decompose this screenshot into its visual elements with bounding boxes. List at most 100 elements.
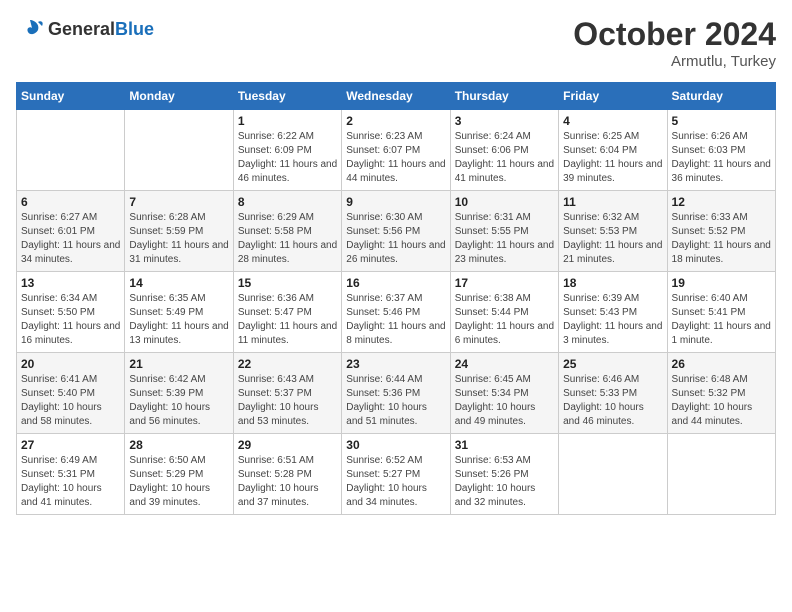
calendar-week-5: 27 Sunrise: 6:49 AMSunset: 5:31 PMDaylig…	[17, 434, 776, 515]
day-info: Sunrise: 6:24 AMSunset: 6:06 PMDaylight:…	[455, 130, 554, 186]
col-sunday: Sunday	[17, 83, 125, 110]
table-row: 28 Sunrise: 6:50 AMSunset: 5:29 PMDaylig…	[125, 434, 233, 515]
table-row: 25 Sunrise: 6:46 AMSunset: 5:33 PMDaylig…	[559, 353, 667, 434]
day-info: Sunrise: 6:42 AMSunset: 5:39 PMDaylight:…	[129, 373, 228, 429]
day-info: Sunrise: 6:52 AMSunset: 5:27 PMDaylight:…	[346, 454, 445, 510]
day-info: Sunrise: 6:37 AMSunset: 5:46 PMDaylight:…	[346, 292, 445, 348]
col-friday: Friday	[559, 83, 667, 110]
day-number: 8	[238, 195, 337, 209]
table-row: 29 Sunrise: 6:51 AMSunset: 5:28 PMDaylig…	[233, 434, 341, 515]
day-number: 1	[238, 114, 337, 128]
title-area: October 2024 Armutlu, Turkey	[573, 16, 776, 70]
day-info: Sunrise: 6:38 AMSunset: 5:44 PMDaylight:…	[455, 292, 554, 348]
table-row	[17, 110, 125, 191]
table-row	[667, 434, 775, 515]
day-info: Sunrise: 6:41 AMSunset: 5:40 PMDaylight:…	[21, 373, 120, 429]
table-row: 26 Sunrise: 6:48 AMSunset: 5:32 PMDaylig…	[667, 353, 775, 434]
day-number: 14	[129, 276, 228, 290]
day-info: Sunrise: 6:49 AMSunset: 5:31 PMDaylight:…	[21, 454, 120, 510]
calendar-week-3: 13 Sunrise: 6:34 AMSunset: 5:50 PMDaylig…	[17, 272, 776, 353]
day-number: 10	[455, 195, 554, 209]
day-info: Sunrise: 6:36 AMSunset: 5:47 PMDaylight:…	[238, 292, 337, 348]
day-number: 15	[238, 276, 337, 290]
day-number: 11	[563, 195, 662, 209]
day-number: 4	[563, 114, 662, 128]
table-row: 23 Sunrise: 6:44 AMSunset: 5:36 PMDaylig…	[342, 353, 450, 434]
day-info: Sunrise: 6:28 AMSunset: 5:59 PMDaylight:…	[129, 211, 228, 267]
table-row: 9 Sunrise: 6:30 AMSunset: 5:56 PMDayligh…	[342, 191, 450, 272]
calendar-week-2: 6 Sunrise: 6:27 AMSunset: 6:01 PMDayligh…	[17, 191, 776, 272]
day-number: 7	[129, 195, 228, 209]
day-info: Sunrise: 6:32 AMSunset: 5:53 PMDaylight:…	[563, 211, 662, 267]
day-number: 21	[129, 357, 228, 371]
day-info: Sunrise: 6:33 AMSunset: 5:52 PMDaylight:…	[672, 211, 771, 267]
table-row: 17 Sunrise: 6:38 AMSunset: 5:44 PMDaylig…	[450, 272, 558, 353]
day-number: 23	[346, 357, 445, 371]
table-row: 8 Sunrise: 6:29 AMSunset: 5:58 PMDayligh…	[233, 191, 341, 272]
day-info: Sunrise: 6:46 AMSunset: 5:33 PMDaylight:…	[563, 373, 662, 429]
table-row: 24 Sunrise: 6:45 AMSunset: 5:34 PMDaylig…	[450, 353, 558, 434]
table-row: 5 Sunrise: 6:26 AMSunset: 6:03 PMDayligh…	[667, 110, 775, 191]
day-info: Sunrise: 6:31 AMSunset: 5:55 PMDaylight:…	[455, 211, 554, 267]
table-row: 11 Sunrise: 6:32 AMSunset: 5:53 PMDaylig…	[559, 191, 667, 272]
day-info: Sunrise: 6:45 AMSunset: 5:34 PMDaylight:…	[455, 373, 554, 429]
day-number: 3	[455, 114, 554, 128]
day-number: 28	[129, 438, 228, 452]
day-info: Sunrise: 6:35 AMSunset: 5:49 PMDaylight:…	[129, 292, 228, 348]
day-number: 9	[346, 195, 445, 209]
day-number: 2	[346, 114, 445, 128]
day-number: 25	[563, 357, 662, 371]
day-info: Sunrise: 6:51 AMSunset: 5:28 PMDaylight:…	[238, 454, 337, 510]
day-info: Sunrise: 6:29 AMSunset: 5:58 PMDaylight:…	[238, 211, 337, 267]
calendar-header-row: Sunday Monday Tuesday Wednesday Thursday…	[17, 83, 776, 110]
table-row: 7 Sunrise: 6:28 AMSunset: 5:59 PMDayligh…	[125, 191, 233, 272]
day-info: Sunrise: 6:22 AMSunset: 6:09 PMDaylight:…	[238, 130, 337, 186]
col-monday: Monday	[125, 83, 233, 110]
col-wednesday: Wednesday	[342, 83, 450, 110]
table-row: 27 Sunrise: 6:49 AMSunset: 5:31 PMDaylig…	[17, 434, 125, 515]
calendar-week-1: 1 Sunrise: 6:22 AMSunset: 6:09 PMDayligh…	[17, 110, 776, 191]
table-row: 3 Sunrise: 6:24 AMSunset: 6:06 PMDayligh…	[450, 110, 558, 191]
table-row: 22 Sunrise: 6:43 AMSunset: 5:37 PMDaylig…	[233, 353, 341, 434]
day-number: 26	[672, 357, 771, 371]
table-row: 20 Sunrise: 6:41 AMSunset: 5:40 PMDaylig…	[17, 353, 125, 434]
col-thursday: Thursday	[450, 83, 558, 110]
table-row: 12 Sunrise: 6:33 AMSunset: 5:52 PMDaylig…	[667, 191, 775, 272]
table-row: 6 Sunrise: 6:27 AMSunset: 6:01 PMDayligh…	[17, 191, 125, 272]
table-row: 30 Sunrise: 6:52 AMSunset: 5:27 PMDaylig…	[342, 434, 450, 515]
day-info: Sunrise: 6:43 AMSunset: 5:37 PMDaylight:…	[238, 373, 337, 429]
table-row: 10 Sunrise: 6:31 AMSunset: 5:55 PMDaylig…	[450, 191, 558, 272]
day-number: 16	[346, 276, 445, 290]
day-number: 20	[21, 357, 120, 371]
day-info: Sunrise: 6:44 AMSunset: 5:36 PMDaylight:…	[346, 373, 445, 429]
day-info: Sunrise: 6:26 AMSunset: 6:03 PMDaylight:…	[672, 130, 771, 186]
table-row: 2 Sunrise: 6:23 AMSunset: 6:07 PMDayligh…	[342, 110, 450, 191]
day-number: 17	[455, 276, 554, 290]
calendar-table: Sunday Monday Tuesday Wednesday Thursday…	[16, 82, 776, 515]
table-row: 19 Sunrise: 6:40 AMSunset: 5:41 PMDaylig…	[667, 272, 775, 353]
page-header: GeneralBlue October 2024 Armutlu, Turkey	[16, 16, 776, 70]
table-row: 16 Sunrise: 6:37 AMSunset: 5:46 PMDaylig…	[342, 272, 450, 353]
day-info: Sunrise: 6:53 AMSunset: 5:26 PMDaylight:…	[455, 454, 554, 510]
day-info: Sunrise: 6:30 AMSunset: 5:56 PMDaylight:…	[346, 211, 445, 267]
day-info: Sunrise: 6:25 AMSunset: 6:04 PMDaylight:…	[563, 130, 662, 186]
day-number: 19	[672, 276, 771, 290]
day-number: 27	[21, 438, 120, 452]
day-number: 22	[238, 357, 337, 371]
col-saturday: Saturday	[667, 83, 775, 110]
day-info: Sunrise: 6:23 AMSunset: 6:07 PMDaylight:…	[346, 130, 445, 186]
day-info: Sunrise: 6:48 AMSunset: 5:32 PMDaylight:…	[672, 373, 771, 429]
table-row: 14 Sunrise: 6:35 AMSunset: 5:49 PMDaylig…	[125, 272, 233, 353]
day-number: 18	[563, 276, 662, 290]
day-info: Sunrise: 6:39 AMSunset: 5:43 PMDaylight:…	[563, 292, 662, 348]
day-number: 12	[672, 195, 771, 209]
day-info: Sunrise: 6:34 AMSunset: 5:50 PMDaylight:…	[21, 292, 120, 348]
table-row	[125, 110, 233, 191]
calendar-week-4: 20 Sunrise: 6:41 AMSunset: 5:40 PMDaylig…	[17, 353, 776, 434]
table-row: 18 Sunrise: 6:39 AMSunset: 5:43 PMDaylig…	[559, 272, 667, 353]
day-info: Sunrise: 6:40 AMSunset: 5:41 PMDaylight:…	[672, 292, 771, 348]
day-number: 24	[455, 357, 554, 371]
logo-general: GeneralBlue	[48, 20, 154, 40]
day-number: 31	[455, 438, 554, 452]
table-row: 13 Sunrise: 6:34 AMSunset: 5:50 PMDaylig…	[17, 272, 125, 353]
